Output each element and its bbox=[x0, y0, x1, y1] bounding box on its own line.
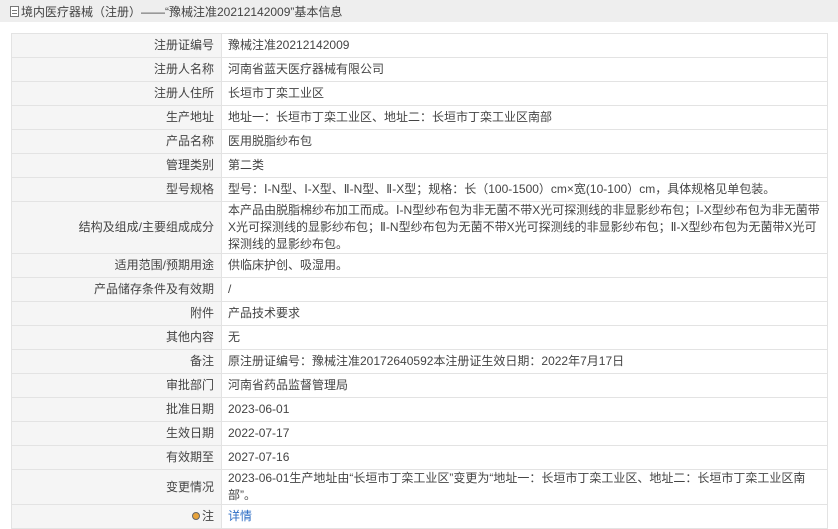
table-row: 有效期至 2027-07-16 bbox=[11, 445, 828, 470]
row-label-intended-use: 适用范围/预期用途 bbox=[11, 253, 222, 278]
row-value-registrant-address: 长垣市丁栾工业区 bbox=[221, 81, 828, 106]
row-label-approval-department: 审批部门 bbox=[11, 373, 222, 398]
table-row: 生效日期 2022-07-17 bbox=[11, 421, 828, 446]
row-value-management-category: 第二类 bbox=[221, 153, 828, 178]
row-value-approval-date: 2023-06-01 bbox=[221, 397, 828, 422]
row-label-production-address: 生产地址 bbox=[11, 105, 222, 130]
table-row: 备注 原注册证编号：豫械注准20172640592本注册证生效日期：2022年7… bbox=[11, 349, 828, 374]
row-value-change-history: 2023-06-01生产地址由“长垣市丁栾工业区”变更为“地址一：长垣市丁栾工业… bbox=[221, 469, 828, 505]
row-value-valid-until: 2027-07-16 bbox=[221, 445, 828, 470]
table-row: 附件 产品技术要求 bbox=[11, 301, 828, 326]
row-value-storage-validity: / bbox=[221, 277, 828, 302]
table-row: 其他内容 无 bbox=[11, 325, 828, 350]
row-value-structure-composition: 本产品由脱脂棉纱布加工而成。Ⅰ-N型纱布包为非无菌不带X光可探测线的非显影纱布包… bbox=[221, 201, 828, 254]
row-label-change-history: 变更情况 bbox=[11, 469, 222, 505]
row-label-note: 注 bbox=[11, 504, 222, 529]
row-label-structure-composition: 结构及组成/主要组成成分 bbox=[11, 201, 222, 254]
table-row: 型号规格 型号：Ⅰ-N型、Ⅰ-X型、Ⅱ-N型、Ⅱ-X型；规格：长（100-150… bbox=[11, 177, 828, 202]
table-row: 注 详情 bbox=[11, 504, 828, 529]
row-label-attachment: 附件 bbox=[11, 301, 222, 326]
document-icon bbox=[10, 5, 19, 17]
table-row: 变更情况 2023-06-01生产地址由“长垣市丁栾工业区”变更为“地址一：长垣… bbox=[11, 469, 828, 505]
row-value-other-content: 无 bbox=[221, 325, 828, 350]
table-row: 管理类别 第二类 bbox=[11, 153, 828, 178]
note-label: 注 bbox=[201, 509, 214, 523]
table-row: 结构及组成/主要组成成分 本产品由脱脂棉纱布加工而成。Ⅰ-N型纱布包为非无菌不带… bbox=[11, 201, 828, 254]
row-value-intended-use: 供临床护创、吸湿用。 bbox=[221, 253, 828, 278]
row-value-effective-date: 2022-07-17 bbox=[221, 421, 828, 446]
table-row: 注册证编号 豫械注准20212142009 bbox=[11, 33, 828, 58]
row-value-product-name: 医用脱脂纱布包 bbox=[221, 129, 828, 154]
table-row: 生产地址 地址一：长垣市丁栾工业区、地址二：长垣市丁栾工业区南部 bbox=[11, 105, 828, 130]
row-value-registrant-name: 河南省蓝天医疗器械有限公司 bbox=[221, 57, 828, 82]
table-row: 适用范围/预期用途 供临床护创、吸湿用。 bbox=[11, 253, 828, 278]
table-row: 产品名称 医用脱脂纱布包 bbox=[11, 129, 828, 154]
row-label-storage-validity: 产品储存条件及有效期 bbox=[11, 277, 222, 302]
row-label-other-content: 其他内容 bbox=[11, 325, 222, 350]
table-row: 产品储存条件及有效期 / bbox=[11, 277, 828, 302]
row-value-note: 详情 bbox=[221, 504, 828, 529]
row-label-remarks: 备注 bbox=[11, 349, 222, 374]
bulb-icon bbox=[191, 511, 200, 520]
row-label-registration-number: 注册证编号 bbox=[11, 33, 222, 58]
details-link[interactable]: 详情 bbox=[228, 509, 252, 523]
row-value-attachment: 产品技术要求 bbox=[221, 301, 828, 326]
row-label-registrant-name: 注册人名称 bbox=[11, 57, 222, 82]
row-label-effective-date: 生效日期 bbox=[11, 421, 222, 446]
page-header: 境内医疗器械（注册）——“豫械注准20212142009”基本信息 bbox=[0, 0, 838, 22]
table-row: 审批部门 河南省药品监督管理局 bbox=[11, 373, 828, 398]
row-label-valid-until: 有效期至 bbox=[11, 445, 222, 470]
info-table: 注册证编号 豫械注准20212142009 注册人名称 河南省蓝天医疗器械有限公… bbox=[11, 33, 828, 529]
row-value-registration-number: 豫械注准20212142009 bbox=[221, 33, 828, 58]
page-title: 境内医疗器械（注册）——“豫械注准20212142009”基本信息 bbox=[21, 4, 343, 19]
table-row: 注册人住所 长垣市丁栾工业区 bbox=[11, 81, 828, 106]
row-label-registrant-address: 注册人住所 bbox=[11, 81, 222, 106]
table-row: 批准日期 2023-06-01 bbox=[11, 397, 828, 422]
row-value-model-spec: 型号：Ⅰ-N型、Ⅰ-X型、Ⅱ-N型、Ⅱ-X型；规格：长（100-1500）cm×… bbox=[221, 177, 828, 202]
row-value-approval-department: 河南省药品监督管理局 bbox=[221, 373, 828, 398]
table-row: 注册人名称 河南省蓝天医疗器械有限公司 bbox=[11, 57, 828, 82]
row-label-model-spec: 型号规格 bbox=[11, 177, 222, 202]
row-label-product-name: 产品名称 bbox=[11, 129, 222, 154]
row-label-management-category: 管理类别 bbox=[11, 153, 222, 178]
row-value-remarks: 原注册证编号：豫械注准20172640592本注册证生效日期：2022年7月17… bbox=[221, 349, 828, 374]
row-label-approval-date: 批准日期 bbox=[11, 397, 222, 422]
row-value-production-address: 地址一：长垣市丁栾工业区、地址二：长垣市丁栾工业区南部 bbox=[221, 105, 828, 130]
